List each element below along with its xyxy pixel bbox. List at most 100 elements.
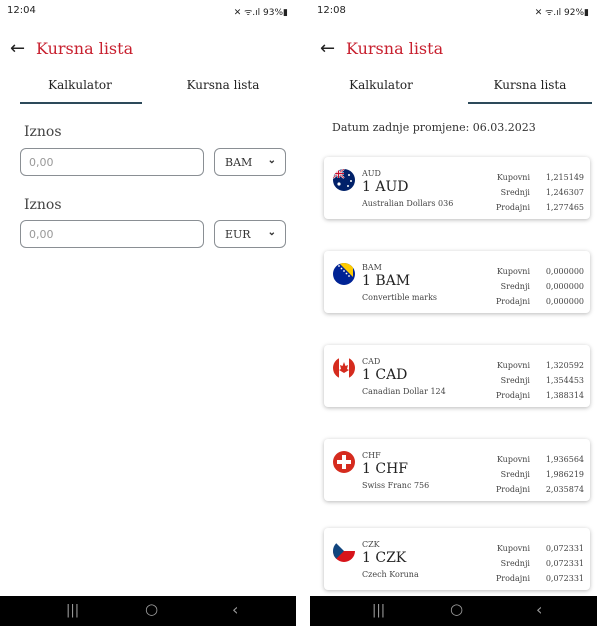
system-nav-bar: ||| ○ ‹ [0,596,296,626]
czech-flag-icon [333,540,355,562]
nav-back-icon[interactable]: ‹ [536,600,542,619]
currency-name: Australian Dollars 036 [362,199,454,208]
buy-label: Kupovni [496,455,530,464]
buy-value: 1,320592 [545,361,584,370]
mid-label: Srednji [500,376,530,385]
rate-labels: Kupovni Srednji Prodajni [490,264,530,309]
rate-values: 0,072331 0,072331 0,072331 [532,541,584,586]
mid-value: 1,986219 [545,470,584,479]
calculator-screen: 12:04 ✕ ᯤ.ıl 93%▮ ← Kursna lista Kalkula… [0,0,296,626]
sell-value: 0,072331 [545,574,584,583]
sell-value: 0,000000 [545,297,584,306]
sell-label: Prodajni [495,297,530,306]
currency-name: Czech Koruna [362,570,419,579]
amount-input-1[interactable]: 0,00 [20,148,204,176]
system-nav-bar: ||| ○ ‹ [310,596,597,626]
currency-unit: 1 CAD [362,367,408,383]
nav-back-icon[interactable]: ‹ [232,600,238,619]
status-icons: ✕ ᯤ.ıl 93%▮ [233,8,288,18]
rate-values: 1,320592 1,354453 1,388314 [532,358,584,403]
tab-kalkulator[interactable]: Kalkulator [326,78,436,92]
currency-code: AUD [362,169,381,178]
amount-label-1: Iznos [24,124,62,140]
currency-unit: 1 BAM [362,273,411,289]
currency-code: BAM [362,263,382,272]
currency-unit: 1 CZK [362,550,407,566]
app-bar: ← Kursna lista [0,32,296,66]
tab-bar: Kalkulator Kursna lista [0,72,296,104]
rate-card-chf[interactable]: CHF 1 CHF Swiss Franc 756 Kupovni Srednj… [324,439,590,501]
rate-values: 0,000000 0,000000 0,000000 [532,264,584,309]
rate-labels: Kupovni Srednji Prodajni [490,170,530,215]
buy-label: Kupovni [496,544,530,553]
tab-kursna-lista[interactable]: Kursna lista [468,78,592,92]
currency-select-value: EUR [225,228,251,241]
buy-value: 0,072331 [545,544,584,553]
sell-label: Prodajni [495,574,530,583]
rates-screen: 12:08 ✕ ᯤ.ıl 92%▮ ← Kursna lista Kalkula… [310,0,597,626]
sell-label: Prodajni [495,203,530,212]
app-bar: ← Kursna lista [310,32,597,66]
back-arrow-icon[interactable]: ← [320,38,335,59]
page-title: Kursna lista [36,39,134,58]
rate-labels: Kupovni Srednji Prodajni [490,452,530,497]
rate-values: 1,215149 1,246307 1,277465 [532,170,584,215]
mid-value: 1,246307 [545,188,584,197]
buy-label: Kupovni [496,173,530,182]
active-tab-indicator [20,102,142,104]
mid-value: 0,072331 [545,559,584,568]
rate-card-cad[interactable]: CAD 1 CAD Canadian Dollar 124 Kupovni Sr… [324,345,590,407]
currency-select-1[interactable]: BAM ⌄ [214,148,286,176]
tab-bar: Kalkulator Kursna lista [310,72,597,104]
currency-code: CAD [362,357,381,366]
rate-labels: Kupovni Srednji Prodajni [490,541,530,586]
currency-name: Canadian Dollar 124 [362,387,446,396]
buy-label: Kupovni [496,267,530,276]
chevron-down-icon: ⌄ [267,227,276,238]
currency-name: Swiss Franc 756 [362,481,430,490]
status-time: 12:08 [317,5,346,16]
mid-label: Srednji [500,188,530,197]
tab-kursna-lista[interactable]: Kursna lista [168,78,278,92]
status-icons: ✕ ᯤ.ıl 92%▮ [534,8,589,18]
bosnia-flag-icon [333,263,355,285]
rate-card-bam[interactable]: BAM 1 BAM Convertible marks Kupovni Sred… [324,251,590,313]
recents-icon[interactable]: ||| [372,603,385,618]
mid-value: 1,354453 [545,376,584,385]
currency-code: CZK [362,540,380,549]
status-bar: 12:04 ✕ ᯤ.ıl 93%▮ [0,0,296,22]
rate-card-czk[interactable]: CZK 1 CZK Czech Koruna Kupovni Srednji P… [324,528,590,590]
home-icon[interactable]: ○ [145,600,158,618]
status-time: 12:04 [7,5,36,16]
australia-flag-icon [333,169,355,191]
mid-label: Srednji [500,559,530,568]
recents-icon[interactable]: ||| [66,603,79,618]
rate-labels: Kupovni Srednji Prodajni [490,358,530,403]
amount-input-2[interactable]: 0,00 [20,220,204,248]
back-arrow-icon[interactable]: ← [10,38,25,59]
currency-select-2[interactable]: EUR ⌄ [214,220,286,248]
status-bar: 12:08 ✕ ᯤ.ıl 92%▮ [310,0,597,22]
tab-kalkulator[interactable]: Kalkulator [20,78,140,92]
buy-value: 1,936564 [545,455,584,464]
last-change-date: Datum zadnje promjene: 06.03.2023 [332,121,536,134]
sell-value: 1,277465 [545,203,584,212]
home-icon[interactable]: ○ [450,600,463,618]
buy-label: Kupovni [496,361,530,370]
screen-gap [296,0,310,626]
switzerland-flag-icon [333,451,355,473]
currency-name: Convertible marks [362,293,438,302]
active-tab-indicator [468,102,592,104]
chevron-down-icon: ⌄ [267,155,276,166]
mid-label: Srednji [500,470,530,479]
currency-unit: 1 CHF [362,461,408,477]
rate-values: 1,936564 1,986219 2,035874 [532,452,584,497]
buy-value: 0,000000 [545,267,584,276]
rate-card-aud[interactable]: AUD 1 AUD Australian Dollars 036 Kupovni… [324,157,590,219]
currency-select-value: BAM [225,156,253,169]
amount-label-2: Iznos [24,197,62,213]
sell-value: 2,035874 [545,485,584,494]
page-title: Kursna lista [346,39,444,58]
currency-code: CHF [362,451,381,460]
buy-value: 1,215149 [545,173,584,182]
